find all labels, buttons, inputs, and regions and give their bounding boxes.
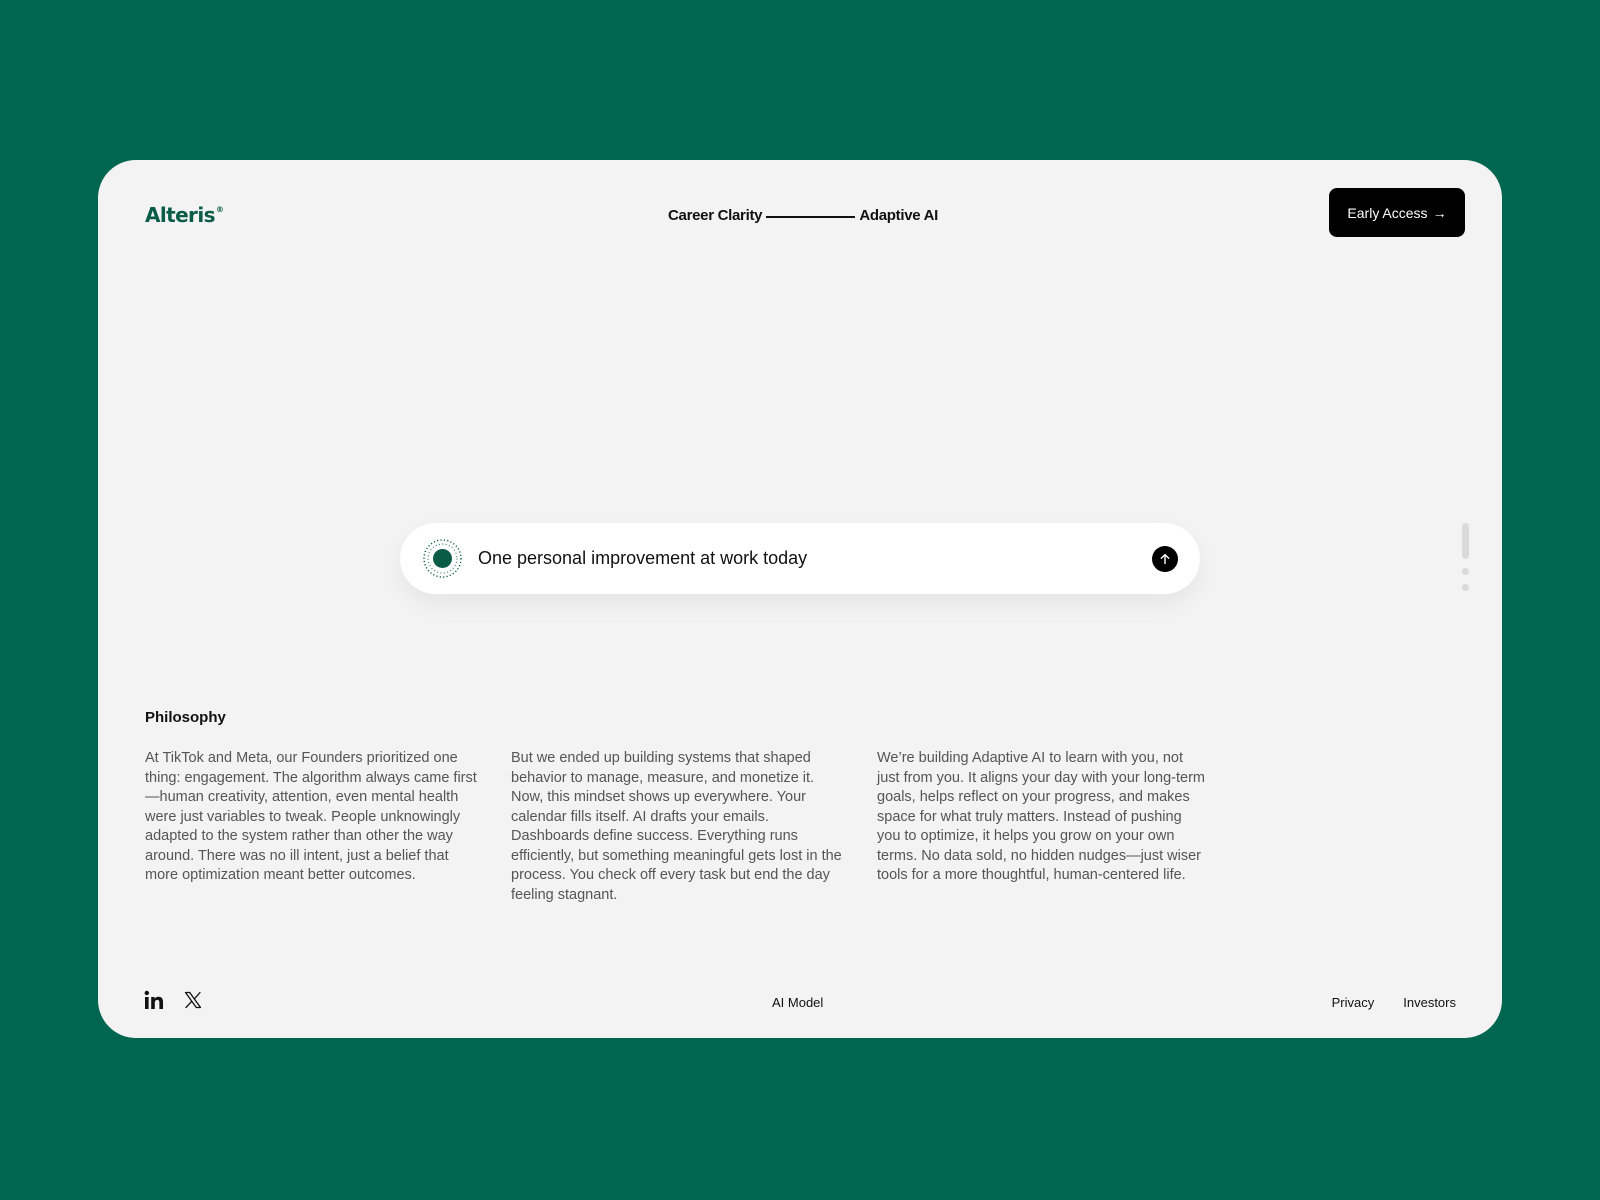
early-access-button[interactable]: Early Access → (1329, 188, 1465, 237)
main-card: Alteris® Career Clarity Adaptive AI Earl… (98, 160, 1502, 1038)
tagline-right: Adaptive AI (859, 207, 938, 224)
tagline-divider (766, 215, 856, 218)
x-icon (184, 991, 202, 1009)
philosophy-paragraph: At TikTok and Meta, our Founders priorit… (145, 750, 477, 883)
arrow-right-icon: → (1432, 204, 1447, 221)
pager-indicator-active[interactable] (1461, 523, 1469, 559)
arrow-up-icon (1160, 553, 1170, 565)
prompt-input[interactable]: One personal improvement at work today (478, 523, 807, 594)
privacy-link[interactable]: Privacy (1332, 995, 1375, 1010)
header-tagline: Career Clarity Adaptive AI (668, 207, 938, 224)
send-button[interactable] (1152, 546, 1178, 572)
footer-links: Privacy Investors (1303, 995, 1456, 1010)
tagline-left: Career Clarity (668, 207, 763, 224)
pulse-orb-icon (423, 539, 462, 578)
registered-mark: ® (215, 205, 224, 214)
investors-link[interactable]: Investors (1403, 995, 1456, 1010)
social-links (144, 990, 222, 1015)
brand-logo[interactable]: Alteris® (145, 203, 224, 227)
philosophy-paragraph: We’re building Adaptive AI to learn with… (877, 750, 1205, 883)
philosophy-heading: Philosophy (145, 709, 226, 726)
x-link[interactable] (184, 991, 202, 1014)
section-pager (1461, 523, 1469, 600)
brand-name: Alteris (145, 203, 215, 227)
philosophy-paragraph: But we ended up building systems that sh… (511, 750, 842, 903)
pager-dot[interactable] (1461, 568, 1469, 575)
prompt-bar[interactable]: One personal improvement at work today (400, 523, 1200, 594)
pager-dot[interactable] (1461, 584, 1469, 591)
linkedin-icon (144, 990, 163, 1009)
linkedin-link[interactable] (144, 990, 164, 1015)
early-access-label: Early Access (1347, 204, 1428, 221)
ai-model-link[interactable]: AI Model (772, 995, 823, 1010)
